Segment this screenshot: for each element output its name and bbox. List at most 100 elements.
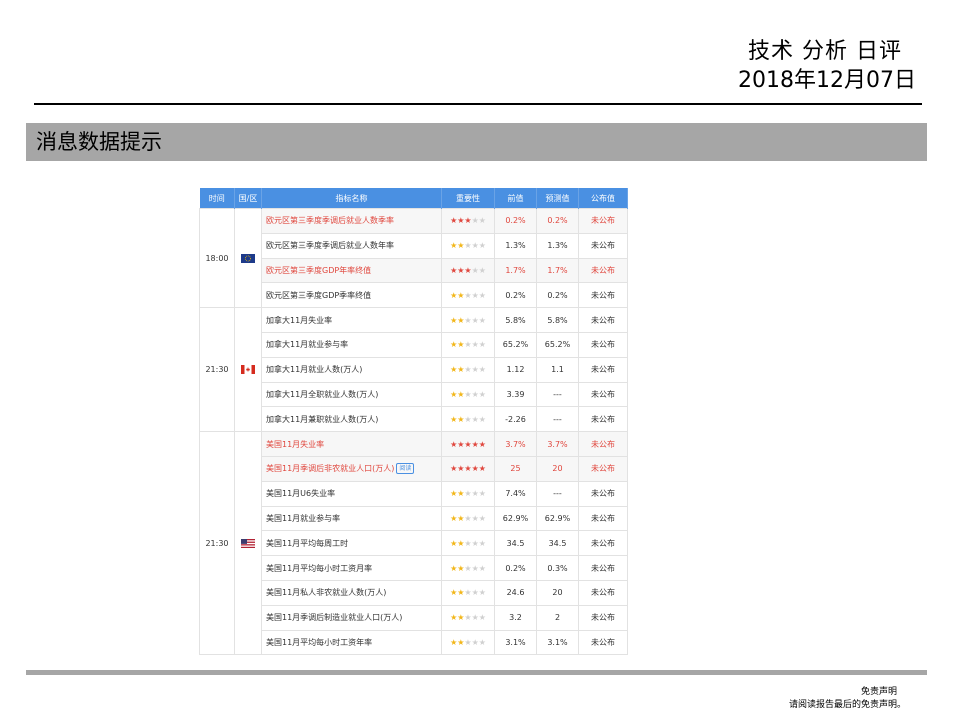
table-row: 21:30 美国11月失业率 ★★★★★ 3.7% 3.7% 未公布 <box>199 431 628 656</box>
forecast-value-cell: 1.7% <box>536 257 579 284</box>
indicator-name-cell[interactable]: 美国11月平均每周工时 <box>261 530 442 557</box>
importance-cell: ★★★★★ <box>441 555 495 581</box>
actual-value-cell: 未公布 <box>578 356 628 383</box>
indicator-name-cell[interactable]: 加拿大11月就业人数(万人) <box>261 356 442 383</box>
indicator-name-cell[interactable]: 美国11月就业参与率 <box>261 505 442 532</box>
star-icon: ★ <box>478 563 486 573</box>
table-row: 加拿大11月全职就业人数(万人) ★★★★★ 3.39 --- 未公布 <box>200 381 628 408</box>
importance-cell: ★★★★★ <box>441 381 495 408</box>
forecast-value-cell: 0.3% <box>536 555 579 581</box>
importance-cell: ★★★★★ <box>441 282 495 309</box>
star-icon: ★ <box>464 489 472 499</box>
table-row: 欧元区第三季度GDP年率终值 ★★★★★ 1.7% 1.7% 未公布 <box>200 257 628 284</box>
forecast-value-cell: 62.9% <box>536 505 579 532</box>
column-header: 重要性 <box>441 188 495 209</box>
importance-stars-icon: ★★★★★ <box>450 365 486 374</box>
importance-stars-icon: ★★★★★ <box>450 638 486 647</box>
previous-value-cell: 7.4% <box>494 480 537 507</box>
star-icon: ★ <box>464 389 472 399</box>
indicator-name[interactable]: 加拿大11月就业参与率 <box>266 340 348 349</box>
forecast-value-cell: 1.1 <box>536 356 579 383</box>
star-icon: ★ <box>478 315 486 325</box>
indicator-name-cell[interactable]: 加拿大11月失业率 <box>261 307 442 333</box>
indicator-name[interactable]: 美国11月失业率 <box>266 440 324 449</box>
footer-divider <box>26 670 927 675</box>
table-row: 美国11月就业参与率 ★★★★★ 62.9% 62.9% 未公布 <box>200 505 628 532</box>
table-row: 美国11月平均每小时工资月率 ★★★★★ 0.2% 0.3% 未公布 <box>200 555 628 581</box>
indicator-name[interactable]: 加拿大11月全职就业人数(万人) <box>266 390 378 399</box>
indicator-name-cell[interactable]: 美国11月U6失业率 <box>261 480 442 507</box>
header-divider <box>34 103 922 105</box>
country-cell <box>234 431 262 656</box>
actual-value-cell: 未公布 <box>578 480 628 507</box>
star-icon: ★ <box>471 563 479 573</box>
indicator-name-cell[interactable]: 美国11月失业率 <box>261 431 442 457</box>
star-icon: ★ <box>478 216 486 226</box>
indicator-name[interactable]: 加拿大11月就业人数(万人) <box>266 365 362 374</box>
star-icon: ★ <box>464 365 472 375</box>
actual-value-cell: 未公布 <box>578 208 628 234</box>
report-title: 技术 分析 日评 <box>748 39 902 64</box>
previous-value-cell: 1.12 <box>494 356 537 383</box>
read-tag[interactable]: 阅读 <box>396 463 415 475</box>
indicator-name[interactable]: 美国11月平均每小时工资月率 <box>266 564 372 573</box>
indicator-name-cell[interactable]: 欧元区第三季度GDP季率终值 <box>261 282 442 309</box>
indicator-name[interactable]: 欧元区第三季度季调后就业人数季率 <box>266 216 394 225</box>
previous-value-cell: 1.3% <box>494 232 537 259</box>
indicator-name-cell[interactable]: 欧元区第三季度季调后就业人数年率 <box>261 232 442 259</box>
column-header: 公布值 <box>578 188 628 209</box>
actual-value-cell: 未公布 <box>578 307 628 333</box>
table-row: 21:30 加拿大11月失业率 ★★★★★ 5.8% 5.8% 未公布 <box>199 307 628 433</box>
indicator-name[interactable]: 美国11月U6失业率 <box>266 489 335 498</box>
indicator-name[interactable]: 加拿大11月失业率 <box>266 316 332 325</box>
actual-value-cell: 未公布 <box>578 629 628 656</box>
star-icon: ★ <box>478 414 486 424</box>
forecast-value-cell: --- <box>536 406 579 433</box>
star-icon: ★ <box>464 538 472 548</box>
star-icon: ★ <box>464 265 472 275</box>
star-icon: ★ <box>471 241 479 251</box>
indicator-name-cell[interactable]: 美国11月平均每小时工资月率 <box>261 555 442 581</box>
table-row: 美国11月季调后制造业就业人口(万人) ★★★★★ 3.2 2 未公布 <box>200 604 628 631</box>
indicator-name[interactable]: 美国11月私人非农就业人数(万人) <box>266 588 386 597</box>
indicator-name[interactable]: 美国11月平均每周工时 <box>266 539 348 548</box>
importance-stars-icon: ★★★★★ <box>450 390 486 399</box>
importance-cell: ★★★★★ <box>441 232 495 259</box>
indicator-name-cell[interactable]: 加拿大11月全职就业人数(万人) <box>261 381 442 408</box>
indicator-name-cell[interactable]: 美国11月平均每小时工资年率 <box>261 629 442 656</box>
indicator-name-cell[interactable]: 欧元区第三季度季调后就业人数季率 <box>261 208 442 234</box>
star-icon: ★ <box>464 513 472 523</box>
indicator-name[interactable]: 美国11月就业参与率 <box>266 514 340 523</box>
importance-stars-icon: ★★★★★ <box>450 266 486 275</box>
indicator-name-cell[interactable]: 美国11月私人非农就业人数(万人) <box>261 579 442 606</box>
indicator-name[interactable]: 欧元区第三季度GDP季率终值 <box>266 291 371 300</box>
indicator-name[interactable]: 美国11月平均每小时工资年率 <box>266 638 372 647</box>
actual-value-cell: 未公布 <box>578 555 628 581</box>
indicator-name-cell[interactable]: 美国11月季调后非农就业人口(万人) 阅读 <box>261 455 442 482</box>
importance-cell: ★★★★★ <box>441 208 495 234</box>
indicator-name[interactable]: 欧元区第三季度季调后就业人数年率 <box>266 241 394 250</box>
indicator-name-cell[interactable]: 美国11月季调后制造业就业人口(万人) <box>261 604 442 631</box>
eu-flag-icon <box>241 253 255 263</box>
star-icon: ★ <box>464 241 472 251</box>
importance-cell: ★★★★★ <box>441 257 495 284</box>
forecast-value-cell: 5.8% <box>536 307 579 333</box>
indicator-name[interactable]: 加拿大11月兼职就业人数(万人) <box>266 415 378 424</box>
canada-flag-icon <box>241 365 255 375</box>
indicator-name[interactable]: 美国11月季调后制造业就业人口(万人) <box>266 613 402 622</box>
us-flag-icon <box>241 538 255 548</box>
forecast-value-cell: --- <box>536 381 579 408</box>
indicator-name-cell[interactable]: 加拿大11月兼职就业人数(万人) <box>261 406 442 433</box>
importance-stars-icon: ★★★★★ <box>450 464 486 473</box>
indicator-name[interactable]: 欧元区第三季度GDP年率终值 <box>266 266 371 275</box>
indicator-name-cell[interactable]: 加拿大11月就业参与率 <box>261 331 442 358</box>
indicator-name-cell[interactable]: 欧元区第三季度GDP年率终值 <box>261 257 442 284</box>
table-header-row: 时间 国/区 指标名称 重要性 前值 预测值 公布值 <box>199 188 628 209</box>
star-icon: ★ <box>464 637 472 647</box>
importance-stars-icon: ★★★★★ <box>450 514 486 523</box>
star-icon: ★ <box>478 241 486 251</box>
indicator-name[interactable]: 美国11月季调后非农就业人口(万人) <box>266 464 394 473</box>
previous-value-cell: 3.7% <box>494 431 537 457</box>
previous-value-cell: 5.8% <box>494 307 537 333</box>
column-header: 时间 <box>199 188 235 209</box>
